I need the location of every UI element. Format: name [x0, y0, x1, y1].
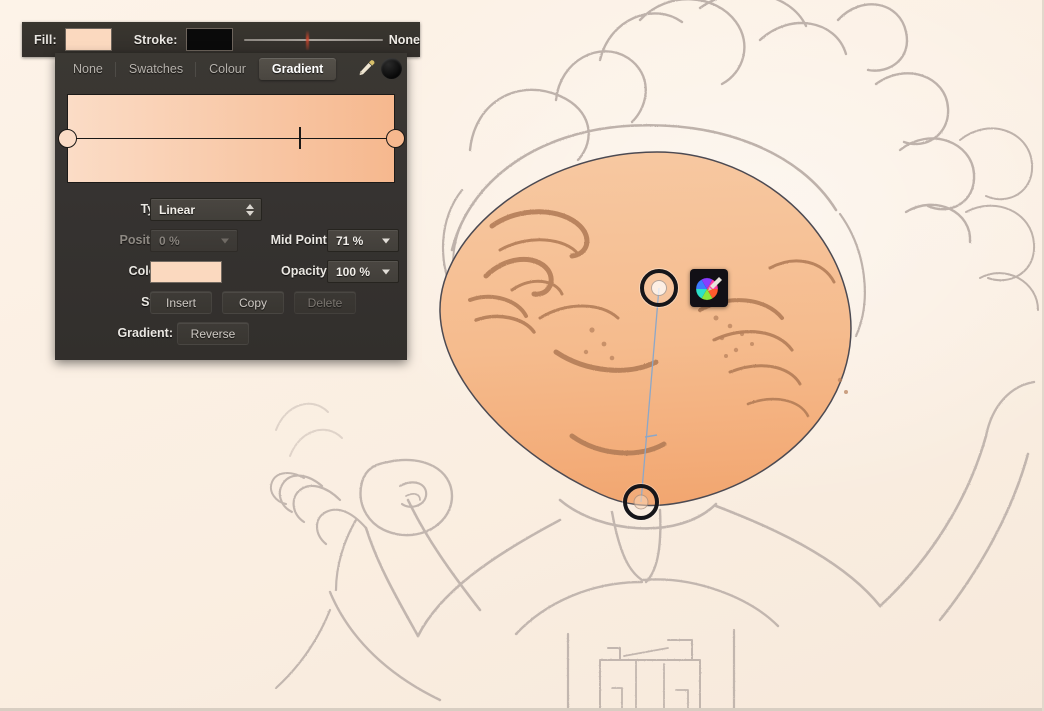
fill-type-tabbar: None Swatches Colour Gradient — [55, 53, 407, 84]
stroke-label: Stroke: — [133, 32, 178, 47]
row-type: Type: Linear — [55, 196, 407, 227]
type-select[interactable]: Linear — [150, 198, 262, 221]
fill-stroke-toolbar: Fill: Stroke: None — [22, 22, 420, 57]
fill-swatch[interactable] — [64, 28, 112, 51]
delete-stop-button[interactable]: Delete — [294, 291, 356, 314]
gradient-label: Gradient: — [117, 326, 173, 340]
fill-label: Fill: — [34, 32, 57, 47]
opacity-field[interactable]: 100 % — [327, 260, 399, 283]
opacity-label: Opacity: — [280, 264, 331, 278]
row-stop-buttons: Stop: Insert Copy Delete — [55, 289, 407, 320]
opacity-value: 100 % — [336, 264, 371, 279]
gradient-end-handle-core — [633, 494, 649, 510]
current-colour-dot[interactable] — [381, 57, 402, 79]
tab-gradient[interactable]: Gradient — [258, 57, 337, 80]
tab-swatches[interactable]: Swatches — [114, 58, 196, 80]
position-field[interactable]: 0 % — [150, 229, 238, 252]
editor-window: Fill: Stroke: None None Swatches Colour … — [0, 0, 1044, 711]
row-colour-opacity: Colour: Opacity: 100 % — [55, 258, 407, 289]
position-chevron-down-icon[interactable] — [221, 238, 229, 243]
colour-wheel-button[interactable] — [690, 269, 728, 307]
tab-none[interactable]: None — [60, 58, 116, 80]
eyedropper-icon[interactable] — [355, 57, 377, 79]
type-stepper-arrows[interactable] — [246, 203, 254, 216]
mid-point-label: Mid Point: — [270, 233, 331, 247]
gradient-controls: Type: Linear Position: 0 % Mid Point: 71… — [55, 196, 407, 351]
insert-stop-button[interactable]: Insert — [150, 291, 212, 314]
reverse-gradient-button[interactable]: Reverse — [177, 322, 249, 345]
tab-colour[interactable]: Colour — [195, 58, 259, 80]
gradient-stop-start[interactable] — [58, 129, 77, 148]
tabbar-tools — [355, 57, 402, 79]
opacity-chevron-down-icon[interactable] — [382, 269, 390, 274]
stroke-width-track — [243, 38, 383, 41]
gradient-ramp[interactable] — [58, 94, 405, 183]
gradient-ramp-axis — [67, 138, 395, 139]
gradient-start-handle-core — [651, 280, 667, 296]
row-gradient-buttons: Gradient: Reverse — [55, 320, 407, 351]
gradient-start-handle[interactable] — [640, 269, 678, 307]
colour-wheel-icon — [695, 277, 722, 301]
gradient-stop-end[interactable] — [386, 129, 405, 148]
row-position-midpoint: Position: 0 % Mid Point: 71 % — [55, 227, 407, 258]
copy-stop-button[interactable]: Copy — [222, 291, 284, 314]
gradient-midpoint-marker[interactable] — [298, 127, 301, 149]
type-select-value: Linear — [159, 202, 196, 217]
mid-point-value: 71 % — [336, 233, 364, 248]
stroke-swatch[interactable] — [185, 28, 233, 51]
gradient-panel: None Swatches Colour Gradient Linear Pos… — [55, 53, 407, 360]
gradient-end-handle[interactable] — [623, 484, 659, 520]
stroke-width-slider[interactable] — [243, 29, 383, 51]
stop-colour-well[interactable] — [150, 261, 222, 283]
mid-point-chevron-down-icon[interactable] — [382, 238, 390, 243]
mid-point-field[interactable]: 71 % — [327, 229, 399, 252]
position-value: 0 % — [159, 233, 180, 248]
stroke-none-label[interactable]: None — [389, 33, 420, 47]
stroke-width-thumb[interactable] — [306, 29, 310, 50]
